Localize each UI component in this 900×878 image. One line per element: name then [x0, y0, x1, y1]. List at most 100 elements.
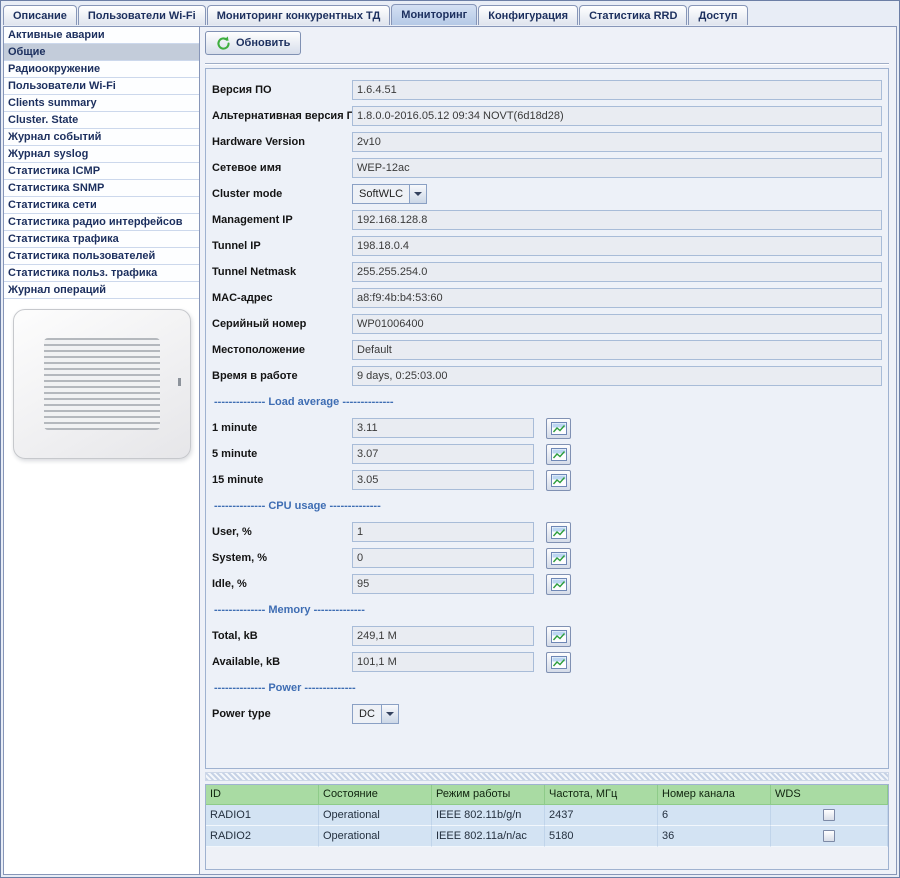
form-row: Tunnel IP198.18.0.4 [210, 233, 882, 259]
main-panel: Обновить Версия ПО1.6.4.51Альтернативная… [200, 27, 896, 874]
field-label: Tunnel Netmask [210, 266, 352, 278]
sidebar-item-3[interactable]: Пользователи Wi-Fi [4, 78, 199, 95]
table-cell-wds [771, 826, 888, 847]
table-cell-id: RADIO2 [206, 826, 319, 847]
sidebar-item-2[interactable]: Радиоокружение [4, 61, 199, 78]
field-value[interactable]: 192.168.128.8 [352, 210, 882, 230]
field-value[interactable]: 255.255.254.0 [352, 262, 882, 282]
radio-table-panel: IDСостояниеРежим работыЧастота, МГцНомер… [205, 784, 889, 870]
table-row[interactable]: RADIO1OperationalIEEE 802.11b/g/n24376 [206, 805, 888, 826]
field-value[interactable]: WP01006400 [352, 314, 882, 334]
table-cell-id: RADIO1 [206, 805, 319, 826]
sidebar-item-label: Статистика радио интерфейсов [8, 216, 183, 228]
sidebar-item-8[interactable]: Статистика ICMP [4, 163, 199, 180]
sidebar-item-label: Clients summary [8, 97, 97, 109]
sidebar-item-0[interactable]: Активные аварии [4, 27, 199, 44]
field-value[interactable]: 2v10 [352, 132, 882, 152]
form-row: Серийный номерWP01006400 [210, 311, 882, 337]
field-value[interactable]: 198.18.0.4 [352, 236, 882, 256]
wds-checkbox[interactable] [823, 809, 835, 821]
field-value[interactable]: 249,1 M [352, 626, 534, 646]
form-row: Total, kB249,1 M [210, 623, 882, 649]
sidebar-item-14[interactable]: Статистика польз. трафика [4, 265, 199, 282]
sidebar-item-11[interactable]: Статистика радио интерфейсов [4, 214, 199, 231]
field-value[interactable]: 1.6.4.51 [352, 80, 882, 100]
sidebar-item-13[interactable]: Статистика пользователей [4, 248, 199, 265]
dropdown-select[interactable]: SoftWLC [352, 184, 427, 204]
chart-button[interactable] [546, 418, 571, 439]
chart-button[interactable] [546, 626, 571, 647]
form-row: Cluster modeSoftWLC [210, 181, 882, 207]
sidebar: Активные аварии Общие Радиоокружение Пользо… [4, 27, 200, 874]
field-value[interactable]: Default [352, 340, 882, 360]
sidebar-item-9[interactable]: Статистика SNMP [4, 180, 199, 197]
field-label: 1 minute [210, 422, 352, 434]
tab-4[interactable]: Конфигурация [478, 5, 578, 25]
sidebar-item-label: Пользователи Wi-Fi [8, 80, 116, 92]
sidebar-item-6[interactable]: Журнал событий [4, 129, 199, 146]
field-label: Management IP [210, 214, 352, 226]
field-label: Hardware Version [210, 136, 352, 148]
form-row: Idle, %95 [210, 571, 882, 597]
panel-splitter[interactable] [205, 772, 889, 781]
chart-button[interactable] [546, 548, 571, 569]
sidebar-item-4[interactable]: Clients summary [4, 95, 199, 112]
section-separator-label: -------------- Memory -------------- [214, 604, 365, 616]
column-header: Режим работы [432, 785, 545, 805]
table-row[interactable]: RADIO2OperationalIEEE 802.11a/n/ac518036 [206, 826, 888, 847]
sidebar-item-label: Активные аварии [8, 29, 105, 41]
tab-2[interactable]: Мониторинг конкурентных ТД [207, 5, 391, 25]
chart-button[interactable] [546, 522, 571, 543]
field-value[interactable]: 0 [352, 548, 534, 568]
wds-checkbox[interactable] [823, 830, 835, 842]
chevron-down-icon[interactable] [409, 185, 426, 203]
field-value[interactable]: 101,1 M [352, 652, 534, 672]
field-label: Total, kB [210, 630, 352, 642]
chart-button[interactable] [546, 444, 571, 465]
field-label: 5 minute [210, 448, 352, 460]
tab-0[interactable]: Описание [3, 5, 77, 25]
chart-button[interactable] [546, 652, 571, 673]
field-label: System, % [210, 552, 352, 564]
field-value[interactable]: 3.11 [352, 418, 534, 438]
dropdown-selected-value: SoftWLC [353, 185, 409, 203]
field-value[interactable]: 3.07 [352, 444, 534, 464]
refresh-button[interactable]: Обновить [205, 31, 301, 55]
field-value[interactable]: 1 [352, 522, 534, 542]
sidebar-item-10[interactable]: Статистика сети [4, 197, 199, 214]
field-label: Серийный номер [210, 318, 352, 330]
sidebar-item-15[interactable]: Журнал операций [4, 282, 199, 299]
field-value[interactable]: 9 days, 0:25:03.00 [352, 366, 882, 386]
field-label: Альтернативная версия ПО [210, 110, 352, 122]
sidebar-item-12[interactable]: Статистика трафика [4, 231, 199, 248]
field-value[interactable]: 3.05 [352, 470, 534, 490]
sidebar-item-label: Радиоокружение [8, 63, 100, 75]
field-value[interactable]: 1.8.0.0-2016.05.12 09:34 NOVT(6d18d28) [352, 106, 882, 126]
sidebar-item-7[interactable]: Журнал syslog [4, 146, 199, 163]
chart-button[interactable] [546, 574, 571, 595]
field-label: User, % [210, 526, 352, 538]
table-cell-mode: IEEE 802.11a/n/ac [432, 826, 545, 847]
field-label: Время в работе [210, 370, 352, 382]
dropdown-select[interactable]: DC [352, 704, 399, 724]
section-separator-label: -------------- CPU usage -------------- [214, 500, 381, 512]
tab-6[interactable]: Доступ [688, 5, 747, 25]
field-label: Cluster mode [210, 188, 352, 200]
sidebar-item-5[interactable]: Cluster. State [4, 112, 199, 129]
field-value[interactable]: 95 [352, 574, 534, 594]
sidebar-item-label: Статистика сети [8, 199, 97, 211]
field-label: MAC-адрес [210, 292, 352, 304]
sidebar-item-1[interactable]: Общие [4, 44, 199, 61]
chart-button[interactable] [546, 470, 571, 491]
field-label: Idle, % [210, 578, 352, 590]
tab-1[interactable]: Пользователи Wi-Fi [78, 5, 206, 25]
form-row: Tunnel Netmask255.255.254.0 [210, 259, 882, 285]
chevron-down-icon[interactable] [381, 705, 398, 723]
tab-label: Описание [13, 10, 67, 22]
field-value[interactable]: WEP-12ac [352, 158, 882, 178]
tab-5[interactable]: Статистика RRD [579, 5, 687, 25]
form-row: User, %1 [210, 519, 882, 545]
field-value[interactable]: a8:f9:4b:b4:53:60 [352, 288, 882, 308]
tab-3[interactable]: Мониторинг [391, 4, 477, 25]
line-chart-icon [551, 578, 567, 591]
